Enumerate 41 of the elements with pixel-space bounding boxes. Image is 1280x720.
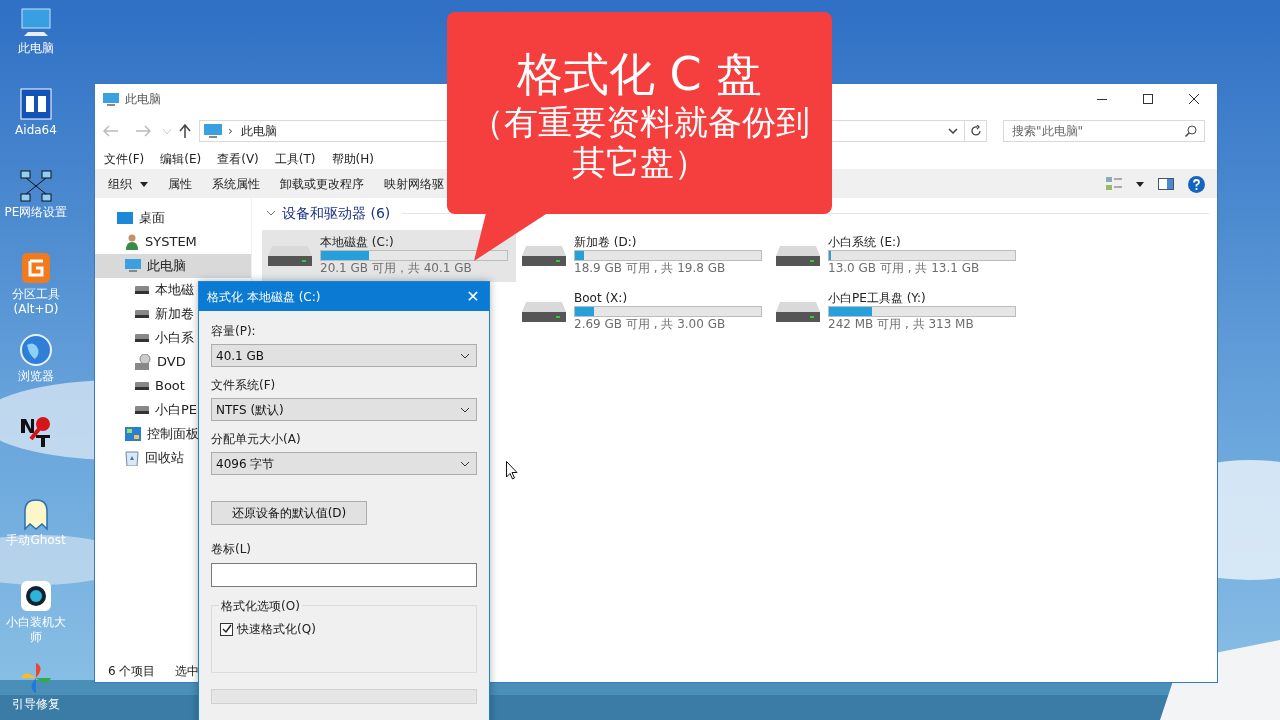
shortcut-label: PE网络设置: [4, 205, 68, 220]
drive-usage: 13.0 GB 可用 , 共 13.1 GB: [828, 261, 981, 276]
nav-label: Boot: [155, 377, 185, 396]
nav-label: DVD: [157, 353, 186, 372]
drive-usage: 242 MB 可用 , 共 313 MB: [828, 317, 975, 332]
nav-label: 桌面: [139, 209, 165, 228]
status-text: 选中: [175, 663, 200, 680]
group-title: 格式化选项(O): [219, 597, 302, 615]
drive-usage: 2.69 GB 可用 , 共 3.00 GB: [574, 317, 727, 332]
window-title: 此电脑: [125, 91, 161, 108]
drive-usage: 18.9 GB 可用 , 共 19.8 GB: [574, 261, 727, 276]
shortcut-label: 手动Ghost: [6, 533, 66, 548]
dialog-title: 格式化 本地磁盘 (C:): [207, 288, 321, 306]
shortcut-label: 小白装机大 师: [6, 615, 66, 645]
drive-usage: 20.1 GB 可用，共 40.1 GB: [320, 261, 473, 276]
nav-label: 此电脑: [147, 257, 186, 276]
nav-label: 回收站: [145, 449, 184, 468]
nav-label: SYSTEM: [145, 233, 197, 252]
breadcrumb-separator: ›: [228, 123, 233, 140]
field-label: 分配单元大小(A): [211, 431, 302, 447]
field-label: 文件系统(F): [211, 377, 277, 393]
nav-label: 新加卷: [155, 305, 194, 324]
drive-name: 小白PE工具盘 (Y:): [828, 290, 927, 306]
drive-name: 新加卷 (D:): [574, 234, 638, 250]
status-text: 6 个项目: [108, 663, 156, 680]
field-label: 卷标(L): [211, 541, 253, 557]
nav-label: 控制面板: [147, 425, 199, 444]
callout-subtitle: （有重要资料就备份到其它盘）: [469, 102, 810, 182]
nav-label: 小白PE: [155, 401, 198, 420]
shortcut-label: 分区工具 (Alt+D): [12, 287, 60, 317]
shortcut-label: 此电脑: [18, 41, 54, 56]
field-label: 容量(P):: [211, 323, 257, 339]
drive-name: 小白系统 (E:): [828, 234, 902, 250]
nav-label: 本地磁: [155, 281, 194, 300]
callout-title: 格式化 C 盘: [516, 48, 763, 100]
drive-name: 本地磁盘 (C:): [320, 234, 395, 250]
shortcut-label: Aida64: [15, 123, 57, 138]
shortcut-label: 引导修复: [12, 697, 60, 712]
shortcut-label: 浏览器: [18, 369, 54, 384]
drive-name: Boot (X:): [574, 290, 629, 306]
nav-label: 小白系: [155, 329, 194, 348]
